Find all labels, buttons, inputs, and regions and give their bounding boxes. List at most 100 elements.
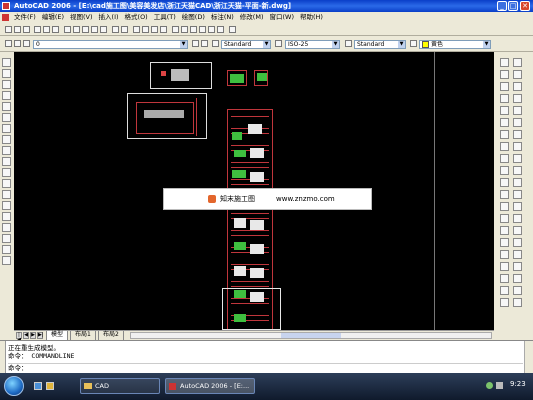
zoom-previous-icon[interactable] xyxy=(160,26,167,33)
preview-icon[interactable] xyxy=(43,26,50,33)
start-button[interactable] xyxy=(4,376,24,396)
cut-icon[interactable] xyxy=(64,26,71,33)
table-style-select[interactable]: Standard ▼ xyxy=(354,40,406,49)
maximize-button[interactable]: □ xyxy=(508,1,518,11)
menu-insert[interactable]: 插入(I) xyxy=(96,12,122,23)
markup-icon[interactable] xyxy=(208,26,215,33)
menu-draw[interactable]: 绘图(D) xyxy=(179,12,208,23)
network-icon[interactable] xyxy=(486,382,493,389)
pan-icon[interactable] xyxy=(133,26,140,33)
zoom-all-icon[interactable] xyxy=(500,298,509,307)
tool-palettes-icon[interactable] xyxy=(190,26,197,33)
undo-icon[interactable] xyxy=(112,26,119,33)
open-icon[interactable] xyxy=(14,26,21,33)
trim-icon[interactable] xyxy=(513,106,522,115)
zoom-in-icon[interactable] xyxy=(500,286,509,295)
copy-icon[interactable] xyxy=(73,26,80,33)
chevron-down-icon[interactable]: ▼ xyxy=(398,41,405,48)
line-icon[interactable] xyxy=(2,58,11,67)
ellipse-icon[interactable] xyxy=(2,157,11,166)
menu-dimension[interactable]: 标注(N) xyxy=(208,12,237,23)
ellipse-arc-icon[interactable] xyxy=(2,168,11,177)
multiline-text-icon[interactable] xyxy=(2,256,11,265)
table-icon[interactable] xyxy=(2,245,11,254)
erase-icon[interactable] xyxy=(500,58,509,67)
offset-icon[interactable] xyxy=(513,70,522,79)
menu-view[interactable]: 视图(V) xyxy=(67,12,96,23)
polyline-icon[interactable] xyxy=(2,80,11,89)
snap-perpendicular-icon[interactable] xyxy=(500,262,509,271)
snap-nearest-icon[interactable] xyxy=(513,262,522,271)
color-select[interactable]: 黄色 ▼ xyxy=(419,40,491,49)
chevron-down-icon[interactable]: ▼ xyxy=(483,41,490,48)
polygon-icon[interactable] xyxy=(2,91,11,100)
menu-tools[interactable]: 工具(T) xyxy=(151,12,179,23)
explode-icon[interactable] xyxy=(513,142,522,151)
print-icon[interactable] xyxy=(34,26,41,33)
zoom-extents-icon[interactable] xyxy=(513,298,522,307)
command-scrollbar[interactable] xyxy=(524,341,533,374)
point-icon[interactable] xyxy=(2,201,11,210)
osnap-settings-icon[interactable] xyxy=(513,274,522,283)
revision-cloud-icon[interactable] xyxy=(2,135,11,144)
scale-icon[interactable] xyxy=(513,94,522,103)
zoom-out-icon[interactable] xyxy=(513,286,522,295)
dim-edit-icon[interactable] xyxy=(500,214,509,223)
hatch-icon[interactable] xyxy=(2,212,11,221)
mirror-icon[interactable] xyxy=(500,70,509,79)
menu-help[interactable]: 帮助(H) xyxy=(297,12,326,23)
snap-intersection-icon[interactable] xyxy=(500,238,509,247)
taskbar-item-autocad[interactable]: AutoCAD 2006 - [E:... xyxy=(165,378,255,394)
tolerance-icon[interactable] xyxy=(500,202,509,211)
sheet-frame[interactable] xyxy=(254,70,268,86)
tab-prev-icon[interactable]: ◀ xyxy=(23,332,29,339)
text-style-icon[interactable] xyxy=(212,40,219,47)
snap-tangent-icon[interactable] xyxy=(513,250,522,259)
command-window-grip[interactable] xyxy=(0,341,6,374)
design-center-icon[interactable] xyxy=(181,26,188,33)
publish-icon[interactable] xyxy=(52,26,59,33)
menu-format[interactable]: 格式(O) xyxy=(122,12,151,23)
tab-first-icon[interactable]: |◀ xyxy=(16,332,22,343)
snap-endpoint-icon[interactable] xyxy=(500,226,509,235)
taskbar-item-folder[interactable]: CAD xyxy=(80,378,160,394)
sheet-frame[interactable] xyxy=(227,70,247,86)
arc-icon[interactable] xyxy=(2,113,11,122)
properties-icon[interactable] xyxy=(172,26,179,33)
spline-icon[interactable] xyxy=(2,146,11,155)
new-icon[interactable] xyxy=(5,26,12,33)
block-editor-icon[interactable] xyxy=(100,26,107,33)
baseline-dim-icon[interactable] xyxy=(513,178,522,187)
make-block-icon[interactable] xyxy=(2,190,11,199)
match-properties-icon[interactable] xyxy=(91,26,98,33)
continue-dim-icon[interactable] xyxy=(500,190,509,199)
chevron-down-icon[interactable]: ▼ xyxy=(332,41,339,48)
rotate-icon[interactable] xyxy=(500,94,509,103)
linear-dim-icon[interactable] xyxy=(500,154,509,163)
break-icon[interactable] xyxy=(513,118,522,127)
paste-icon[interactable] xyxy=(82,26,89,33)
diameter-dim-icon[interactable] xyxy=(513,166,522,175)
stretch-icon[interactable] xyxy=(500,106,509,115)
tab-last-icon[interactable]: ▶| xyxy=(37,332,44,339)
quickcalc-icon[interactable] xyxy=(217,26,224,33)
layer-previous-icon[interactable] xyxy=(201,40,208,47)
help-icon[interactable] xyxy=(229,26,236,33)
document-icon[interactable] xyxy=(2,13,9,21)
layer-state-icon[interactable] xyxy=(14,40,21,47)
menu-edit[interactable]: 编辑(E) xyxy=(39,12,67,23)
layer-manager-icon[interactable] xyxy=(5,40,12,47)
volume-icon[interactable] xyxy=(496,382,503,389)
quick-launch-icon[interactable] xyxy=(46,382,54,390)
make-current-layer-icon[interactable] xyxy=(192,40,199,47)
redo-icon[interactable] xyxy=(121,26,128,33)
sheet-frame[interactable] xyxy=(127,93,207,139)
horizontal-scrollbar[interactable] xyxy=(130,332,492,339)
extend-icon[interactable] xyxy=(500,118,509,127)
text-style-select[interactable]: Standard ▼ xyxy=(221,40,271,49)
snap-quadrant-icon[interactable] xyxy=(500,250,509,259)
zoom-realtime-icon[interactable] xyxy=(142,26,149,33)
dim-style-icon[interactable] xyxy=(275,40,282,47)
sheet-frame[interactable] xyxy=(150,62,212,89)
circle-icon[interactable] xyxy=(2,124,11,133)
